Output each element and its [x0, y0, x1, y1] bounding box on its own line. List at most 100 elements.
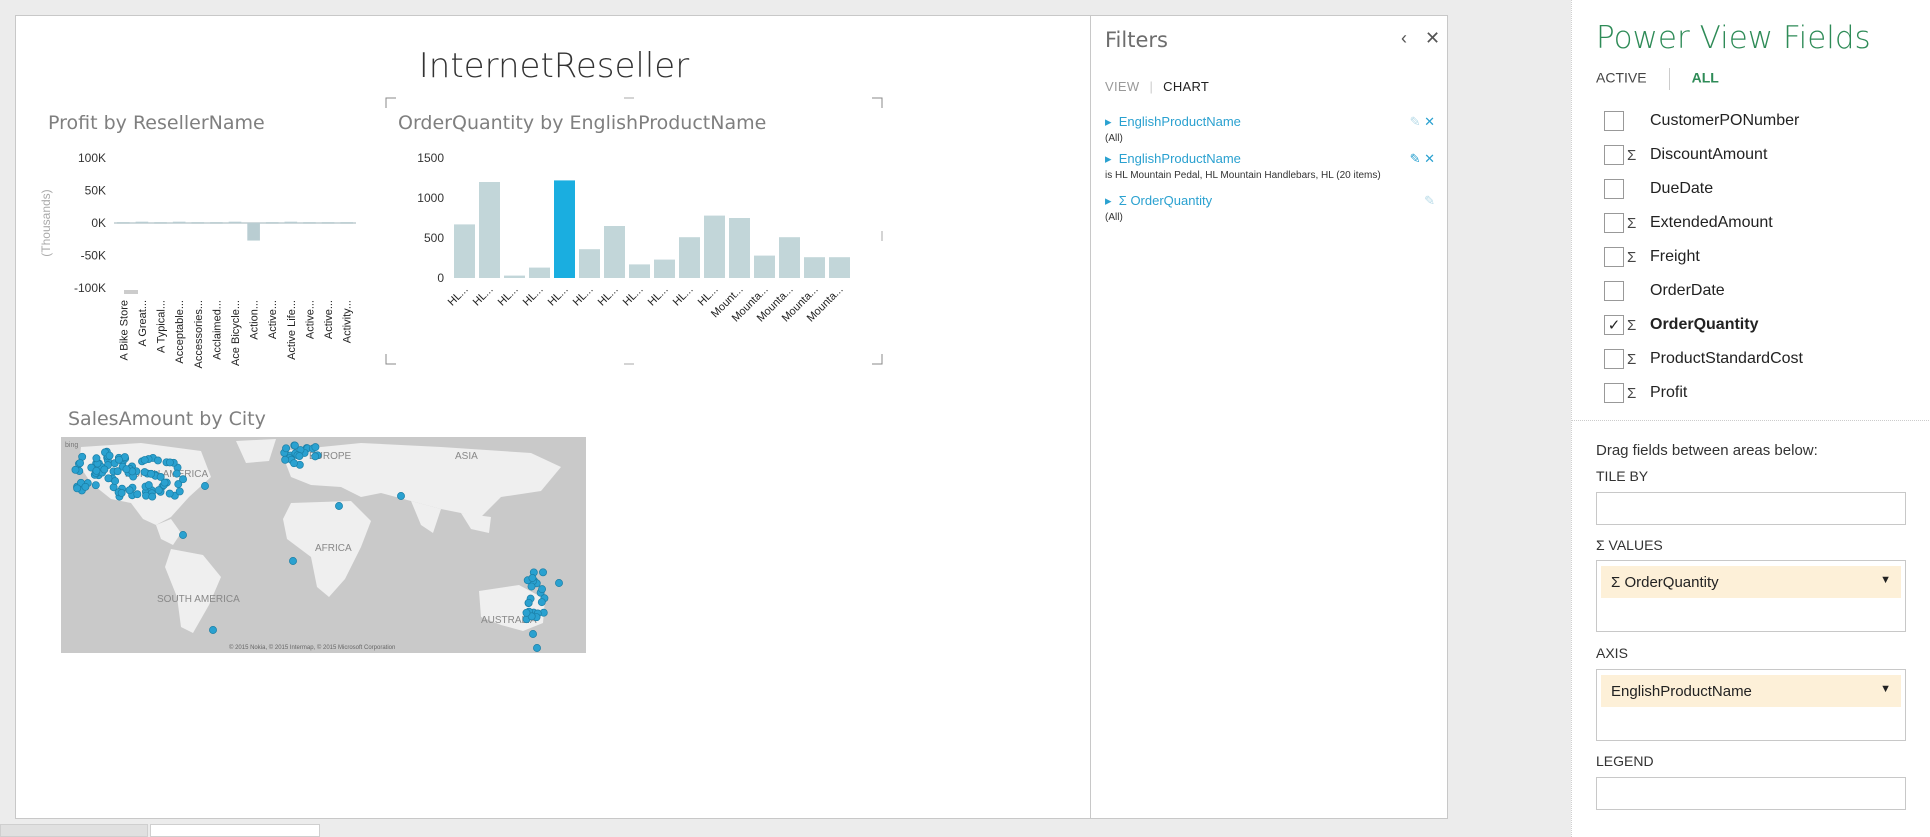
city-dot: [165, 489, 174, 498]
field-row-productstandardcost[interactable]: Σ ProductStandardCost: [1596, 342, 1916, 376]
map-label-south-america: SOUTH AMERICA: [157, 594, 240, 605]
values-label: Σ VALUES: [1596, 537, 1663, 553]
eraser-icon[interactable]: ✎: [1424, 193, 1435, 208]
y-tick-label: 1500: [417, 151, 444, 165]
sigma-icon: Σ: [1596, 537, 1605, 553]
filter-item-englishproductname-1[interactable]: ▸ EnglishProductName (All) ✎ ✕: [1105, 114, 1435, 144]
checkbox[interactable]: [1604, 179, 1624, 199]
city-dot: [104, 474, 113, 483]
expand-icon[interactable]: ▸: [1105, 151, 1112, 166]
field-name: Freight: [1650, 248, 1700, 265]
checkbox[interactable]: [1604, 213, 1624, 233]
map-label-asia: ASIA: [455, 451, 478, 462]
bing-logo: bing: [65, 442, 78, 449]
bar: [729, 218, 750, 278]
checkbox[interactable]: [1604, 111, 1624, 131]
pane-divider[interactable]: [1572, 420, 1930, 421]
expand-icon[interactable]: ▸: [1105, 114, 1112, 129]
profit-by-reseller-chart[interactable]: (Thousands) 100K 50K 0K -50K -100K A Bike Stor…: [36, 146, 376, 371]
map-title: SalesAmount by City: [68, 408, 266, 430]
sheet-tab-1[interactable]: [0, 824, 148, 837]
checkbox[interactable]: [1604, 349, 1624, 369]
city-dot: [537, 598, 546, 607]
orderquantity-by-product-chart[interactable]: 150010005000HL... HL... HL... HL... HL... HL.…: [384, 146, 864, 371]
values-dropzone[interactable]: Σ OrderQuantity ▼: [1596, 560, 1906, 632]
x-tick-label: Activity...: [342, 300, 354, 343]
city-dot: [282, 444, 291, 453]
field-row-customerponumber[interactable]: CustomerPONumber: [1596, 104, 1916, 138]
bar: [284, 221, 298, 223]
city-dot: [538, 585, 547, 594]
bar: [154, 222, 167, 224]
sheet-tab-2-active[interactable]: [150, 824, 320, 837]
axis-field-pill[interactable]: EnglishProductName ▼: [1601, 675, 1901, 707]
x-tick-label: Acclaimed...: [211, 300, 223, 360]
dropdown-arrow-icon[interactable]: ▼: [1880, 574, 1891, 586]
y-tick-label: 0: [437, 271, 444, 285]
x-tick-label: Active...: [267, 300, 279, 339]
city-dot: [290, 441, 299, 450]
tile-by-label: TILE BY: [1596, 468, 1649, 484]
delete-filter-icon[interactable]: ✕: [1424, 114, 1435, 129]
field-row-orderquantity[interactable]: ✓ Σ OrderQuantity: [1596, 308, 1916, 342]
filter-item-englishproductname-2[interactable]: ▸ EnglishProductName is HL Mountain Peda…: [1105, 151, 1435, 181]
delete-filter-icon[interactable]: ✕: [1424, 151, 1435, 166]
city-dot: [111, 477, 120, 485]
filter-item-orderquantity[interactable]: ▸ Σ OrderQuantity (All) ✎: [1105, 193, 1435, 223]
bar: [247, 223, 260, 241]
x-tick-label: A Typical...: [156, 300, 168, 353]
bar: [210, 222, 223, 224]
bar: [340, 222, 353, 224]
field-row-discountamount[interactable]: Σ DiscountAmount: [1596, 138, 1916, 172]
filters-tab-view[interactable]: VIEW: [1105, 79, 1139, 94]
expand-icon[interactable]: ▸: [1105, 193, 1112, 208]
tab-all[interactable]: ALL: [1692, 70, 1719, 86]
city-dot: [175, 487, 184, 496]
x-tick-label: Ace Bicycle...: [230, 300, 242, 366]
checkbox-checked[interactable]: ✓: [1604, 315, 1624, 335]
city-dot: [117, 489, 126, 497]
sigma-icon: Σ: [1627, 384, 1637, 402]
field-row-partial[interactable]: [1596, 410, 1916, 414]
dropdown-arrow-icon[interactable]: ▼: [1880, 683, 1891, 695]
report-title[interactable]: InternetReseller: [16, 46, 1092, 86]
tile-by-dropzone[interactable]: [1596, 492, 1906, 525]
x-tick-label: HL...: [621, 284, 646, 309]
checkbox[interactable]: [1604, 281, 1624, 301]
legend-dropzone[interactable]: [1596, 777, 1906, 810]
field-row-extendedamount[interactable]: Σ ExtendedAmount: [1596, 206, 1916, 240]
city-dot: [81, 482, 90, 491]
x-tick-label: HL...: [471, 284, 496, 309]
filters-tab-chart[interactable]: CHART: [1163, 79, 1209, 94]
field-row-freight[interactable]: Σ Freight: [1596, 240, 1916, 274]
bar: [321, 222, 335, 224]
tab-active[interactable]: ACTIVE: [1596, 70, 1647, 86]
chevron-left-icon[interactable]: ‹: [1401, 28, 1407, 49]
field-list[interactable]: CustomerPONumber Σ DiscountAmount DueDate…: [1596, 104, 1916, 414]
eraser-icon[interactable]: ✎: [1410, 151, 1421, 166]
values-field-pill[interactable]: Σ OrderQuantity ▼: [1601, 566, 1901, 598]
city-dot: [100, 465, 109, 474]
city-dot: [555, 579, 563, 587]
eraser-icon[interactable]: ✎: [1410, 114, 1421, 129]
field-name: DiscountAmount: [1650, 146, 1768, 163]
close-icon[interactable]: ✕: [1425, 28, 1440, 49]
city-dot: [105, 451, 114, 460]
checkbox[interactable]: [1604, 247, 1624, 267]
report-canvas[interactable]: InternetReseller Profit by ResellerName …: [15, 15, 1091, 819]
axis-dropzone[interactable]: EnglishProductName ▼: [1596, 669, 1906, 741]
field-row-orderdate[interactable]: OrderDate: [1596, 274, 1916, 308]
checkbox[interactable]: [1604, 383, 1624, 403]
x-tick-label: HL...: [596, 284, 621, 309]
x-tick-label: Accessories...: [193, 300, 205, 368]
bar: [117, 222, 130, 224]
city-dot: [295, 452, 304, 461]
field-row-duedate[interactable]: DueDate: [1596, 172, 1916, 206]
checkbox[interactable]: [1604, 145, 1624, 165]
sales-by-city-map[interactable]: NORTH AMERICA EUROPE ASIA AFRICA SOUTH A…: [61, 437, 586, 653]
field-row-profit[interactable]: Σ Profit: [1596, 376, 1916, 410]
bar: [504, 275, 525, 278]
axis-field-name: EnglishProductName: [1611, 682, 1752, 700]
city-dot: [335, 502, 343, 510]
x-tick-label: Acceptable...: [174, 300, 186, 364]
